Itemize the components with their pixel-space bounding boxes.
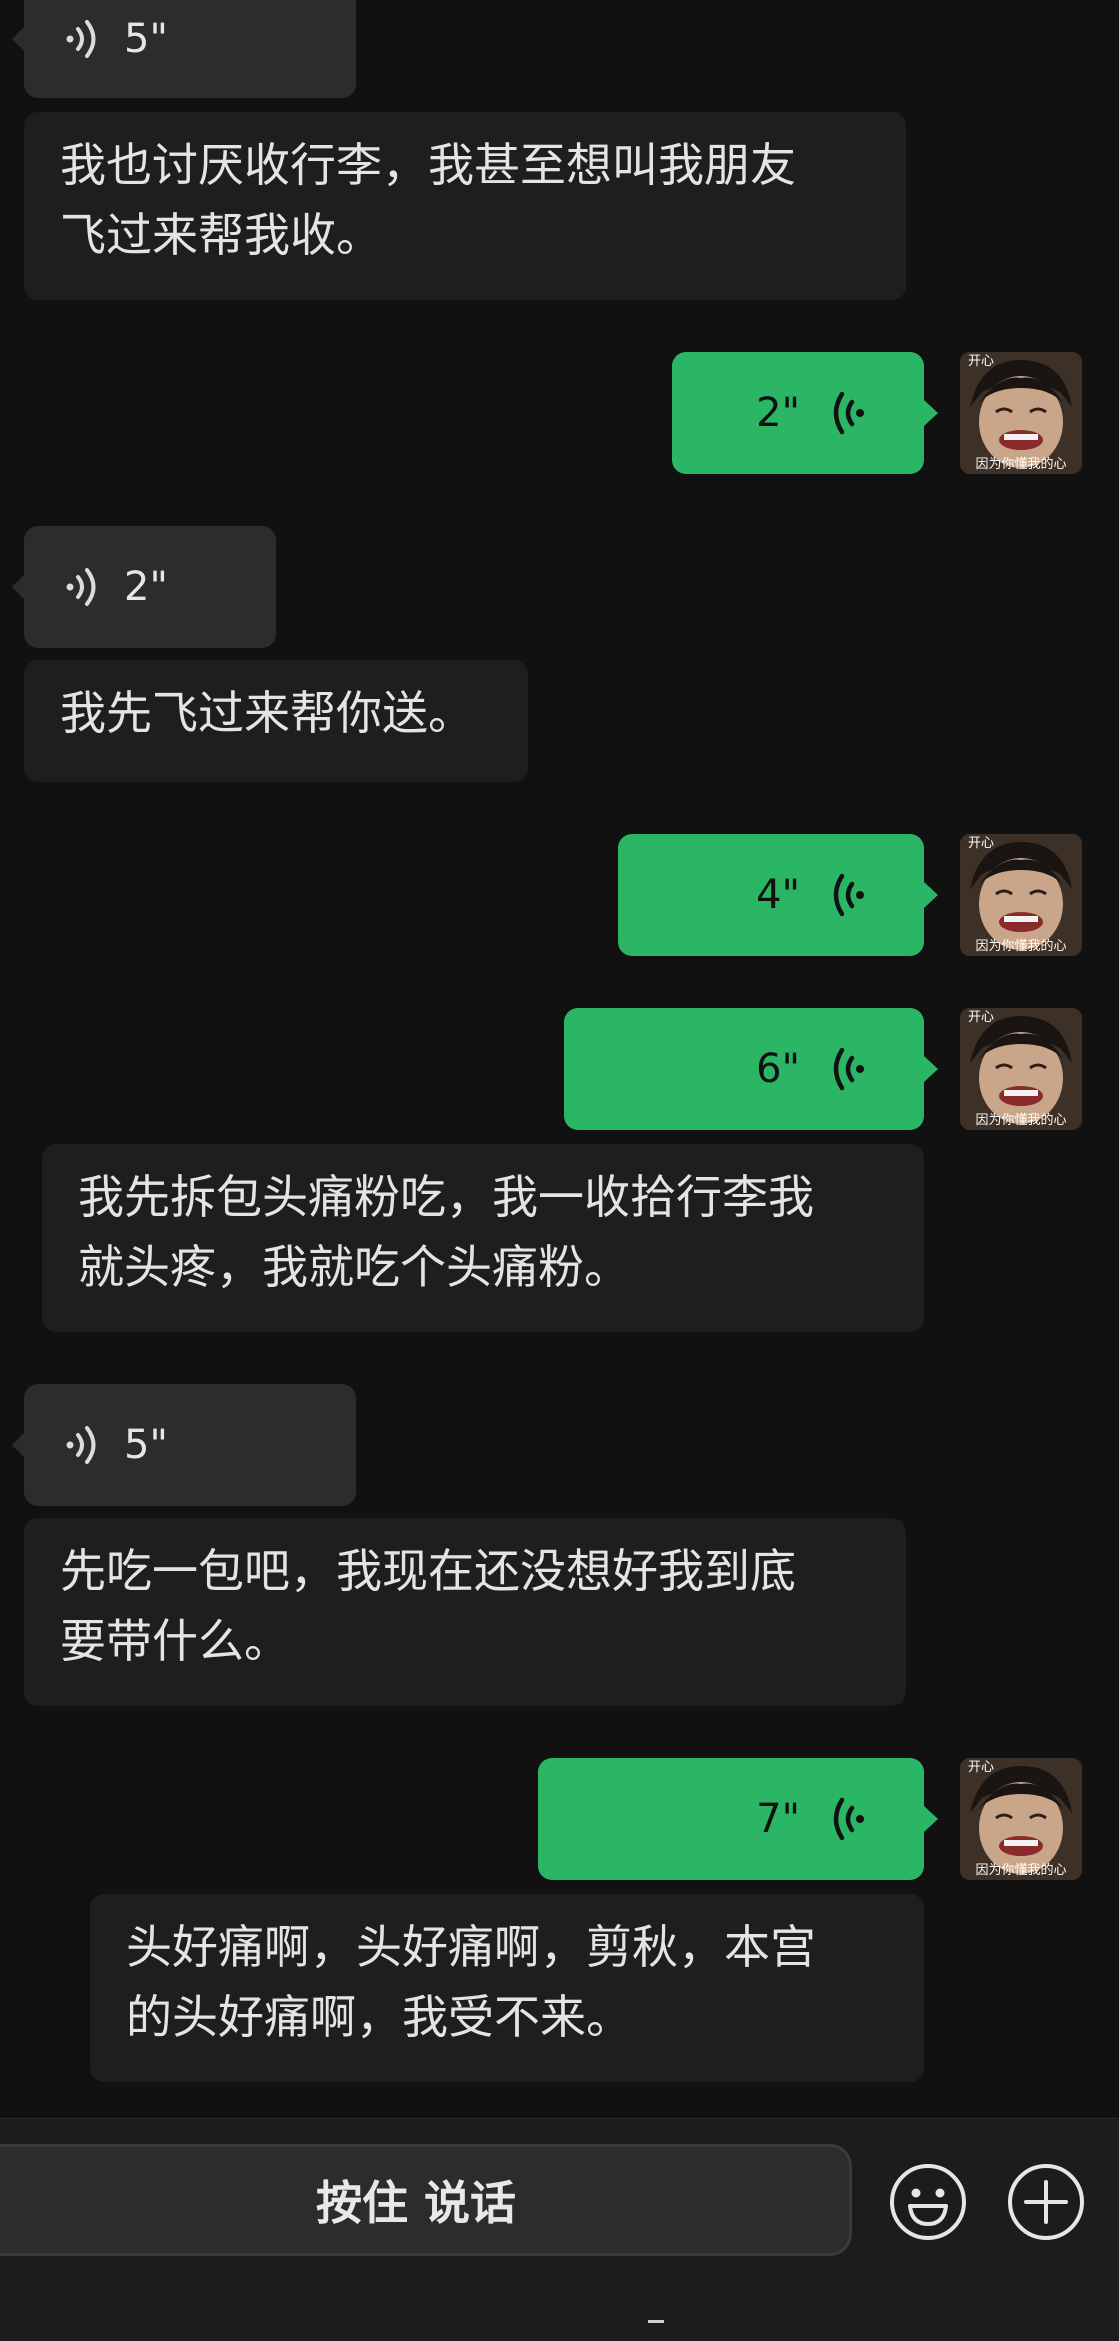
transcript-line: 就头疼，我就吃个头痛粉。 — [78, 1240, 630, 1294]
plus-icon[interactable] — [1006, 2162, 1086, 2242]
transcript-line: 的头好痛啊，我受不来。 — [126, 1990, 632, 2044]
voice-transcript: 我先拆包头痛粉吃，我一收拾行李我 就头疼，我就吃个头痛粉。 — [42, 1144, 924, 1332]
voice-transcript: 我也讨厌收行李，我甚至想叫我朋友 飞过来帮我收。 — [24, 112, 906, 300]
bubble-tail — [12, 1433, 24, 1457]
transcript-line: 飞过来帮我收。 — [60, 208, 382, 262]
voice-duration: 5" — [124, 16, 168, 62]
bubble-tail — [924, 1806, 938, 1832]
avatar-caption-bottom: 因为你懂我的心 — [975, 939, 1067, 954]
avatar[interactable]: 开心 因为你懂我的心 — [960, 834, 1082, 956]
avatar[interactable]: 开心 因为你懂我的心 — [960, 1008, 1082, 1130]
voice-wave-icon — [66, 20, 96, 58]
bubble-tail — [924, 400, 938, 426]
voice-wave-icon — [833, 391, 864, 435]
incoming-voice-message[interactable]: 2" — [12, 526, 276, 648]
transcript-line: 头好痛啊，头好痛啊，剪秋，本宫 — [126, 1920, 816, 1974]
avatar-caption-top: 开心 — [968, 1760, 995, 1775]
transcript-line: 我先飞过来帮你送。 — [60, 686, 474, 740]
voice-transcript: 先吃一包吧，我现在还没想好我到底 要带什么。 — [24, 1518, 906, 1706]
voice-transcript: 我先飞过来帮你送。 — [24, 660, 528, 782]
incoming-voice-message[interactable]: 5" — [12, 0, 356, 98]
voice-wave-icon — [833, 1797, 864, 1841]
avatar-caption-top: 开心 — [968, 836, 995, 851]
bubble-tail — [12, 27, 24, 51]
outgoing-voice-message[interactable]: 2" — [672, 352, 938, 474]
outgoing-voice-message[interactable]: 6" — [564, 1008, 938, 1130]
avatar-caption-bottom: 因为你懂我的心 — [975, 1863, 1067, 1878]
incoming-voice-message[interactable]: 5" — [12, 1384, 356, 1506]
voice-wave-icon — [66, 568, 96, 606]
voice-duration: 4" — [756, 872, 800, 918]
voice-duration: 2" — [756, 390, 800, 436]
transcript-line: 我先拆包头痛粉吃，我一收拾行李我 — [78, 1170, 814, 1224]
outgoing-voice-message[interactable]: 4" — [618, 834, 938, 956]
avatar-caption-bottom: 因为你懂我的心 — [975, 1113, 1067, 1128]
outgoing-voice-message[interactable]: 7" — [538, 1758, 938, 1880]
voice-duration: 6" — [756, 1046, 800, 1092]
bubble-tail — [924, 882, 938, 908]
voice-duration: 2" — [124, 564, 168, 610]
transcript-line: 我也讨厌收行李，我甚至想叫我朋友 — [60, 138, 796, 192]
transcript-line: 先吃一包吧，我现在还没想好我到底 — [60, 1544, 796, 1598]
voice-wave-icon — [66, 1426, 96, 1464]
voice-wave-icon — [833, 1047, 864, 1091]
avatar-caption-top: 开心 — [968, 354, 995, 369]
voice-duration: 5" — [124, 1422, 168, 1468]
voice-wave-icon — [833, 873, 864, 917]
voice-transcript: 头好痛啊，头好痛啊，剪秋，本宫 的头好痛啊，我受不来。 — [90, 1894, 924, 2082]
smiley-icon[interactable] — [888, 2162, 968, 2242]
bubble-tail — [12, 575, 24, 599]
home-indicator — [648, 2320, 664, 2323]
voice-duration: 7" — [756, 1796, 800, 1842]
bubble-tail — [924, 1056, 938, 1082]
avatar[interactable]: 开心 因为你懂我的心 — [960, 1758, 1082, 1880]
avatar-caption-bottom: 因为你懂我的心 — [975, 457, 1067, 472]
avatar[interactable]: 开心 因为你懂我的心 — [960, 352, 1082, 474]
avatar-caption-top: 开心 — [968, 1010, 995, 1025]
transcript-line: 要带什么。 — [60, 1614, 290, 1668]
hold-to-talk-button[interactable]: 按住 说话 — [0, 2144, 852, 2256]
